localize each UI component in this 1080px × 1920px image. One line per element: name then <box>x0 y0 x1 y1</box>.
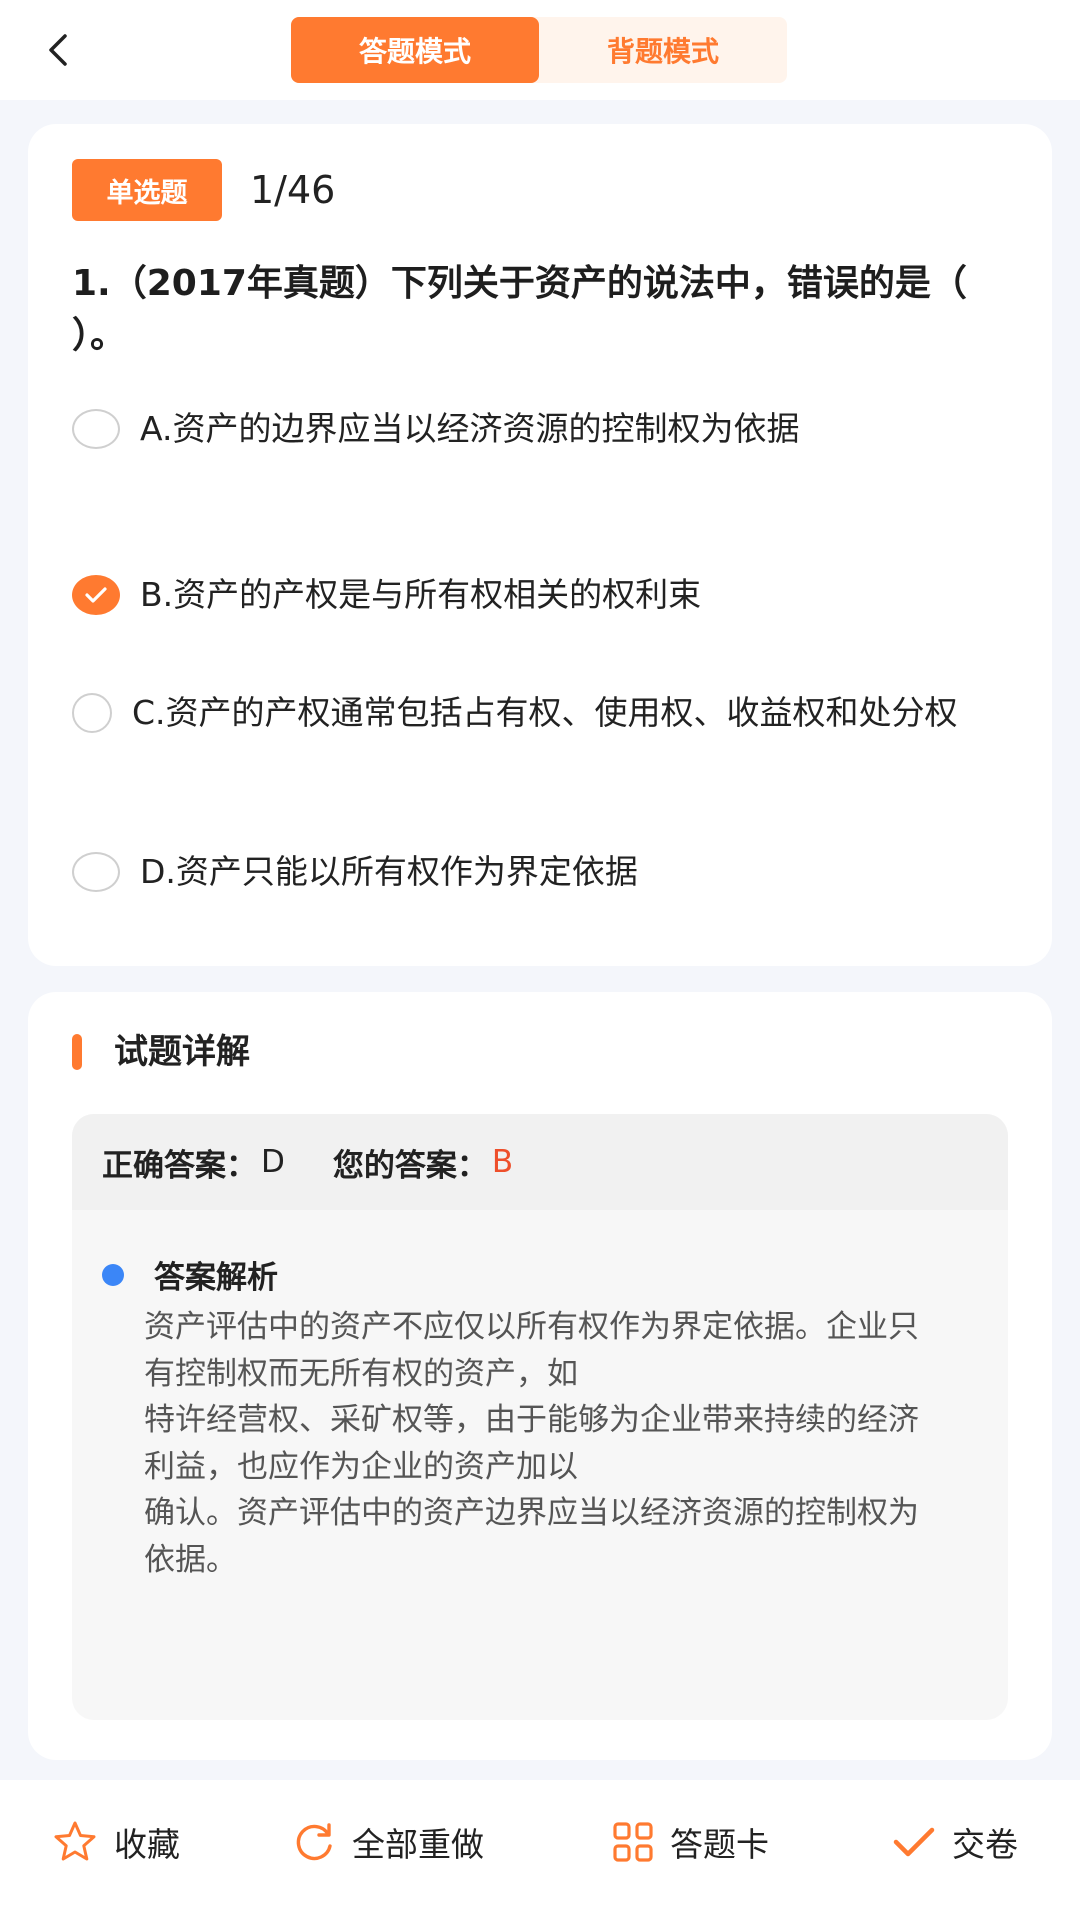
bullet-dot-icon <box>102 1263 124 1286</box>
top-bar: 答题模式 背题模式 <box>0 0 1080 100</box>
radio-option-a[interactable] <box>72 409 120 449</box>
question-progress: 1/46 <box>250 168 336 212</box>
favorite-label: 收藏 <box>114 1825 180 1864</box>
radio-option-c[interactable] <box>72 693 112 733</box>
your-answer-value: B <box>491 1144 514 1180</box>
tab-review-mode[interactable]: 背题模式 <box>539 17 787 83</box>
section-title: 试题详解 <box>114 1032 250 1072</box>
check-icon <box>893 1827 935 1857</box>
redo-all-label: 全部重做 <box>352 1825 484 1864</box>
submit-label: 交卷 <box>952 1825 1018 1864</box>
favorite-button[interactable]: 收藏 <box>52 1812 180 1872</box>
radio-option-b[interactable] <box>72 575 120 615</box>
question-type-badge: 单选题 <box>72 159 222 221</box>
option-b-text: B.资产的产权是与所有权相关的权利束 <box>140 575 702 614</box>
your-answer-label: 您的答案： <box>332 1147 488 1184</box>
refresh-icon <box>296 1823 332 1861</box>
bottom-action-bar: 收藏 全部重做 答题卡 交卷 <box>0 1780 1080 1920</box>
question-card: 单选题 1/46 1.（2017年真题）下列关于资产的说法中，错误的是（ ）。 … <box>28 124 1052 966</box>
mode-switch: 答题模式 背题模式 <box>291 17 787 83</box>
submit-button[interactable]: 交卷 <box>892 1812 1018 1872</box>
correct-answer-label: 正确答案： <box>102 1147 257 1184</box>
analysis-heading: 答案解析 <box>102 1252 278 1297</box>
chevron-left-icon <box>49 34 67 66</box>
explanation-card: 试题详解 正确答案： D 您的答案： B 答案解析 资产评估中的资产不应仅以所有… <box>28 992 1052 1760</box>
answer-card-label: 答题卡 <box>670 1825 769 1864</box>
tab-answer-mode[interactable]: 答题模式 <box>291 17 539 83</box>
back-button[interactable] <box>34 26 82 74</box>
option-a-text: A.资产的边界应当以经济资源的控制权为依据 <box>140 409 800 448</box>
radio-option-d[interactable] <box>72 852 120 892</box>
option-b[interactable]: B.资产的产权是与所有权相关的权利束 <box>72 572 1012 618</box>
section-marker <box>72 1034 82 1070</box>
redo-all-button[interactable]: 全部重做 <box>292 1812 484 1872</box>
answer-card-button[interactable]: 答题卡 <box>612 1812 769 1872</box>
option-c[interactable]: C.资产的产权通常包括占有权、使用权、收益权和处分权 <box>72 690 1012 736</box>
answer-box: 正确答案： D 您的答案： B 答案解析 资产评估中的资产不应仅以所有权作为界定… <box>72 1114 1008 1720</box>
option-a[interactable]: A.资产的边界应当以经济资源的控制权为依据 <box>72 406 1012 452</box>
grid-icon <box>613 1822 653 1862</box>
analysis-title: 答案解析 <box>154 1260 278 1296</box>
question-stem: 1.（2017年真题）下列关于资产的说法中，错误的是（ ）。 <box>72 263 967 356</box>
correct-answer-value: D <box>261 1144 285 1180</box>
star-icon <box>54 1821 96 1861</box>
answer-summary: 正确答案： D 您的答案： B <box>72 1114 1008 1210</box>
analysis-text: 资产评估中的资产不应仅以所有权作为界定依据。企业只有控制权而无所有权的资产，如 … <box>144 1309 919 1578</box>
option-d[interactable]: D.资产只能以所有权作为界定依据 <box>72 849 1012 895</box>
checkmark-icon <box>85 587 107 603</box>
option-c-text: C.资产的产权通常包括占有权、使用权、收益权和处分权 <box>132 693 958 732</box>
option-d-text: D.资产只能以所有权作为界定依据 <box>140 852 638 891</box>
